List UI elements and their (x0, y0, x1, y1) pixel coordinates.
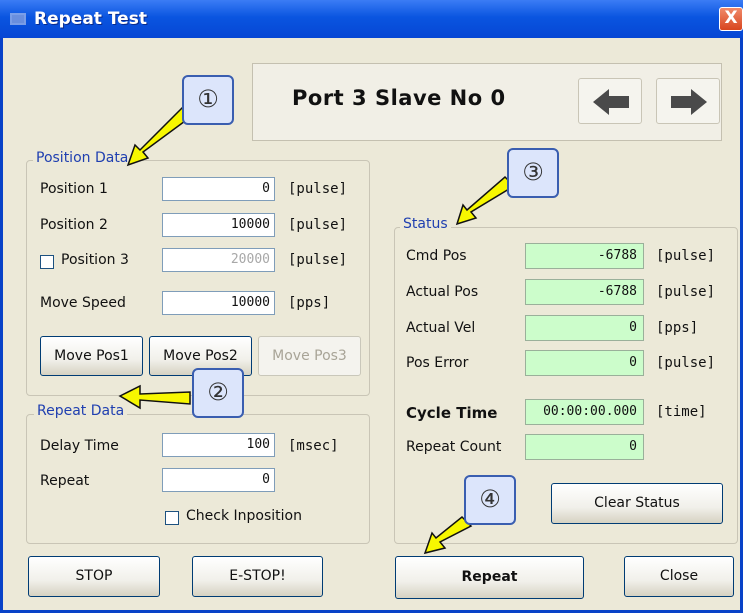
title-bar[interactable]: Repeat Test X (0, 0, 743, 38)
check-inposition-label: Check Inposition (186, 508, 302, 524)
position2-input[interactable]: 10000 (162, 213, 275, 237)
pos-error-unit: [pulse] (656, 355, 716, 371)
cycle-time-label: Cycle Time (406, 404, 498, 422)
pos-error-value: 0 (525, 350, 644, 376)
prev-slave-button[interactable] (578, 78, 642, 124)
callout-2-marker: ② (192, 368, 244, 418)
repeat-label: Repeat (40, 473, 90, 489)
position2-unit: [pulse] (288, 217, 348, 233)
check-inposition-checkbox[interactable] (165, 511, 179, 525)
actual-pos-value: -6788 (525, 279, 644, 305)
app-icon (10, 13, 26, 25)
actual-pos-unit: [pulse] (656, 284, 716, 300)
cycle-time-value: 00:00:00.000 (525, 399, 644, 425)
actual-vel-label: Actual Vel (406, 320, 476, 336)
position3-label: Position 3 (61, 252, 129, 268)
arrow-left-icon (593, 89, 629, 115)
move-speed-input[interactable]: 10000 (162, 291, 275, 315)
cycle-time-unit: [time] (656, 404, 707, 420)
next-slave-button[interactable] (656, 78, 720, 124)
cmd-pos-unit: [pulse] (656, 248, 716, 264)
actual-vel-value: 0 (525, 315, 644, 341)
close-button[interactable]: Close (624, 556, 734, 597)
position2-label: Position 2 (40, 217, 108, 233)
position1-unit: [pulse] (288, 181, 348, 197)
window-close-button[interactable]: X (719, 7, 743, 31)
repeat-button[interactable]: Repeat (395, 556, 584, 599)
callout-3-marker: ③ (507, 148, 559, 198)
position3-unit: [pulse] (288, 252, 348, 268)
move-speed-label: Move Speed (40, 295, 126, 311)
delay-time-label: Delay Time (40, 438, 119, 454)
position3-checkbox[interactable] (40, 255, 54, 269)
position1-input[interactable]: 0 (162, 177, 275, 201)
stop-button[interactable]: STOP (28, 556, 160, 597)
cmd-pos-label: Cmd Pos (406, 248, 467, 264)
clear-status-button[interactable]: Clear Status (551, 483, 723, 524)
position1-label: Position 1 (40, 181, 108, 197)
status-legend: Status (400, 216, 451, 232)
delay-time-unit: [msec] (288, 438, 339, 454)
cmd-pos-value: -6788 (525, 243, 644, 269)
actual-pos-label: Actual Pos (406, 284, 479, 300)
callout-1-marker: ① (182, 75, 234, 125)
arrow-right-icon (671, 89, 707, 115)
callout-4-marker: ④ (464, 475, 516, 525)
estop-button[interactable]: E-STOP! (192, 556, 323, 597)
delay-time-input[interactable]: 100 (162, 433, 275, 457)
port-slave-title: Port 3 Slave No 0 (292, 86, 506, 110)
window-title: Repeat Test (34, 9, 147, 29)
repeat-count-label: Repeat Count (406, 439, 502, 455)
move-speed-unit: [pps] (288, 295, 331, 311)
position-data-legend: Position Data (33, 150, 132, 166)
pos-error-label: Pos Error (406, 355, 469, 371)
repeat-input[interactable]: 0 (162, 468, 275, 492)
move-pos1-button[interactable]: Move Pos1 (40, 336, 143, 376)
repeat-count-value: 0 (525, 434, 644, 460)
actual-vel-unit: [pps] (656, 320, 699, 336)
repeat-data-legend: Repeat Data (34, 403, 128, 419)
position3-input[interactable]: 20000 (162, 248, 275, 272)
move-pos3-button[interactable]: Move Pos3 (258, 336, 361, 376)
